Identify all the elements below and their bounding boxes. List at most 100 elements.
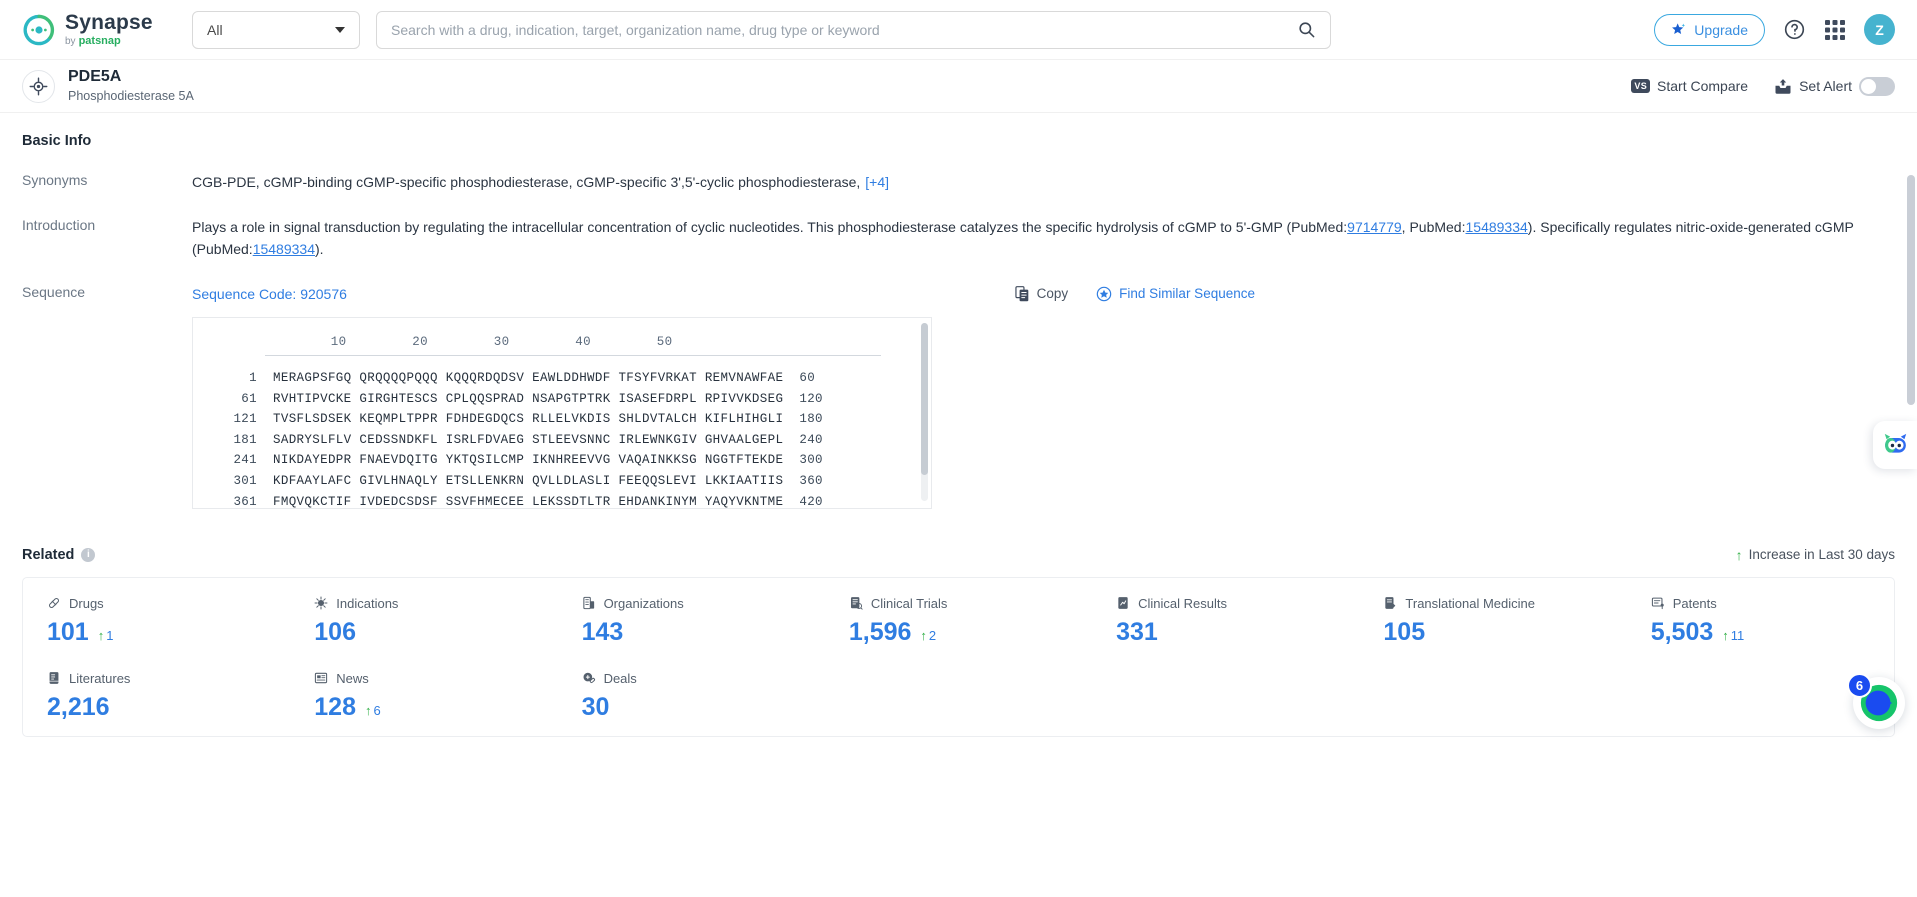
card-label-text: Translational Medicine (1405, 595, 1535, 611)
synonyms-row: Synonyms CGB-PDE, cGMP-binding cGMP-spec… (22, 171, 1895, 194)
sequence-start-index: 121 (233, 412, 257, 427)
related-card-clinical-results[interactable]: Clinical Results 331 (1092, 596, 1359, 647)
related-card-indications[interactable]: Indications 106 (290, 596, 557, 647)
sequence-code-link[interactable]: Sequence Code: 920576 (192, 283, 347, 306)
sequence-end-index: 120 (799, 391, 823, 406)
search-input[interactable] (391, 21, 1297, 38)
related-card-organizations[interactable]: Organizations 143 (558, 596, 825, 647)
deal-icon (583, 672, 595, 684)
logo-by-text: by (65, 36, 76, 47)
find-similar-label: Find Similar Sequence (1119, 286, 1255, 302)
card-label-text: Literatures (69, 670, 131, 686)
copy-sequence-button[interactable]: Copy (1015, 283, 1068, 305)
card-label: Clinical Results (1116, 596, 1335, 611)
card-label-text: Organizations (603, 595, 684, 611)
sequence-residues: NIKDAYEDPR FNAEVDQITG YKTQSILCMP IKNHREE… (273, 453, 784, 468)
sequence-line: 121 TVSFLSDSEK KEQMPLTPPR FDHDEGDQCS RLL… (201, 409, 915, 430)
arrow-up-icon: ↑ (97, 627, 105, 643)
sequence-line: 241 NIKDAYEDPR FNAEVDQITG YKTQSILCMP IKN… (201, 450, 915, 471)
card-delta: ↑ 11 (1722, 628, 1744, 643)
find-similar-sequence-button[interactable]: Find Similar Sequence (1096, 283, 1255, 305)
entity-title-bar: PDE5A Phosphodiesterase 5A VS Start Comp… (0, 60, 1917, 113)
card-value[interactable]: 331 (1116, 618, 1335, 647)
card-label: News (314, 671, 533, 686)
start-compare-label: Start Compare (1657, 78, 1749, 94)
related-header: Related i ↑ Increase in Last 30 days (22, 547, 1895, 563)
chat-support-button[interactable]: 6 (1847, 672, 1905, 729)
set-alert-toggle[interactable] (1859, 76, 1895, 96)
search-scope-select[interactable]: All (192, 10, 360, 49)
ai-assistant-widget[interactable] (1873, 421, 1917, 469)
card-value-number: 5,503 (1650, 617, 1714, 646)
search-bar[interactable] (376, 10, 1331, 49)
robot-avatar-icon (1884, 433, 1906, 453)
upgrade-label: Upgrade (1694, 21, 1748, 38)
card-value[interactable]: 105 (1383, 618, 1602, 647)
main-content: Basic Info Synonyms CGB-PDE, cGMP-bindin… (0, 113, 1917, 737)
sequence-scrollbar[interactable] (921, 322, 928, 501)
synonyms-more-link[interactable]: [+4] (865, 174, 889, 190)
sequence-end-index: 180 (799, 412, 823, 427)
card-value-number: 105 (1383, 617, 1426, 646)
start-compare-button[interactable]: VS Start Compare (1631, 78, 1748, 94)
related-card-deals[interactable]: Deals 30 (558, 671, 825, 722)
app-logo[interactable]: Synapse by patsnap (22, 12, 170, 47)
ruler-tick: 10 (330, 334, 347, 349)
ruler-tick: 50 (656, 334, 673, 349)
sequence-start-index: 301 (233, 473, 257, 488)
page-scrollbar[interactable] (1907, 175, 1915, 405)
related-card-news[interactable]: News 128 ↑ 6 (290, 671, 557, 722)
card-value[interactable]: 30 (582, 693, 801, 722)
sequence-start-index: 1 (249, 370, 257, 385)
card-value[interactable]: 143 (582, 618, 801, 647)
card-label-text: Indications (336, 595, 399, 611)
ruler-tick: 20 (412, 334, 428, 349)
related-card-literatures[interactable]: Literatures 2,216 (23, 671, 290, 722)
card-value[interactable]: 5,503 ↑ 11 (1651, 618, 1870, 647)
copy-icon (1015, 286, 1028, 302)
apps-grid-icon[interactable] (1824, 19, 1846, 41)
card-value[interactable]: 128 ↑ 6 (314, 693, 533, 722)
help-icon[interactable] (1783, 18, 1806, 41)
card-label-text: Patents (1672, 595, 1717, 611)
card-label: Literatures (47, 671, 266, 686)
card-value[interactable]: 1,596 ↑ 2 (849, 618, 1068, 647)
card-value-number: 30 (581, 692, 610, 721)
sequence-residues: MERAGPSFGQ QRQQQQPQQQ KQQQRDQDSV EAWLDDH… (273, 370, 784, 385)
card-value[interactable]: 106 (314, 618, 533, 647)
card-value-number: 128 (314, 692, 356, 721)
translational-medicine-icon (1385, 597, 1396, 610)
sequence-viewer[interactable]: 10 20 30 40 50 1 MERAGPSFGQ QRQQQQPQQQ K… (192, 316, 932, 509)
search-icon[interactable] (1297, 20, 1316, 39)
card-label-text: Deals (603, 670, 637, 686)
sequence-toolbar: Sequence Code: 920576 Copy Find Similar … (192, 283, 1895, 306)
card-value-number: 101 (47, 617, 89, 646)
related-card-drugs[interactable]: Drugs 101 ↑ 1 (23, 596, 290, 647)
ruler-tick: 30 (493, 334, 510, 349)
sequence-line: 1 MERAGPSFGQ QRQQQQPQQQ KQQQRDQDSV EAWLD… (201, 368, 915, 389)
page-title: PDE5A (68, 68, 122, 86)
card-delta-value: 1 (106, 627, 114, 643)
user-avatar[interactable]: Z (1864, 14, 1895, 45)
pubmed-link-15489334-a[interactable]: 15489334 (1466, 219, 1528, 235)
card-value[interactable]: 2,216 (47, 693, 266, 722)
introduction-row: Introduction Plays a role in signal tran… (22, 216, 1895, 261)
upgrade-button[interactable]: Upgrade (1654, 13, 1765, 46)
top-header: Synapse bypatsnap All Upgrade (0, 0, 1917, 60)
logo-brand-text: patsnap (78, 35, 121, 47)
vs-icon: VS (1631, 79, 1651, 93)
set-alert-control[interactable]: Set Alert (1774, 76, 1895, 96)
related-card-translational-medicine[interactable]: Translational Medicine 105 (1359, 596, 1626, 647)
card-value[interactable]: 101 ↑ 1 (47, 618, 266, 647)
pubmed-link-9714779[interactable]: 9714779 (1347, 219, 1402, 235)
related-card-clinical-trials[interactable]: Clinical Trials 1,596 ↑ 2 (825, 596, 1092, 647)
related-card-patents[interactable]: Patents 5,503 ↑ 11 (1627, 596, 1894, 647)
alert-inbox-icon (1775, 78, 1791, 94)
pubmed-link-15489334-b[interactable]: 15489334 (253, 241, 315, 257)
synonyms-text: CGB-PDE, cGMP-binding cGMP-specific phos… (192, 174, 861, 190)
sequence-residues: FMQVQKCTIF IVDEDCSDSF SSVFHMECEE LEKSSDT… (273, 494, 784, 509)
sequence-label: Sequence (22, 284, 86, 301)
sequence-residues: TVSFLSDSEK KEQMPLTPPR FDHDEGDQCS RLLELVK… (273, 412, 784, 427)
sequence-start-index: 241 (233, 453, 257, 468)
info-icon[interactable]: i (81, 547, 96, 562)
